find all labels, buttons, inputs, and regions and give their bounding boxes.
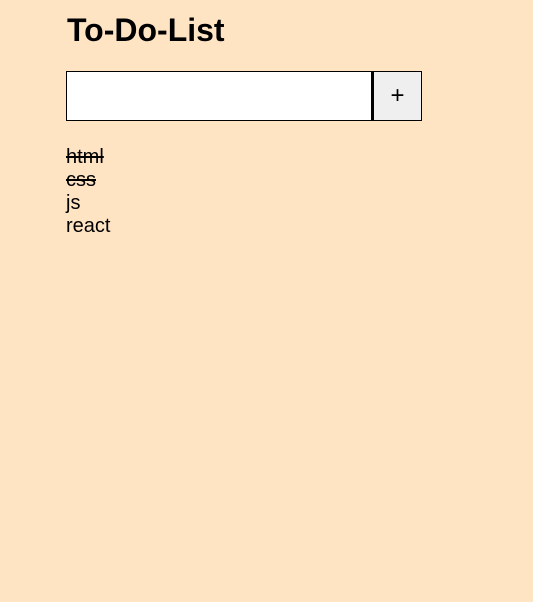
- todo-item[interactable]: react: [66, 215, 110, 238]
- todo-app: To-Do-List + html css js react: [0, 0, 533, 602]
- todo-list: html css js react: [66, 146, 110, 238]
- add-todo-form: +: [66, 71, 422, 121]
- todo-input[interactable]: [66, 71, 372, 121]
- add-todo-button[interactable]: +: [372, 71, 422, 121]
- todo-item[interactable]: html: [66, 146, 110, 169]
- todo-item[interactable]: js: [66, 192, 110, 215]
- todo-item[interactable]: css: [66, 169, 110, 192]
- page-title: To-Do-List: [67, 12, 225, 48]
